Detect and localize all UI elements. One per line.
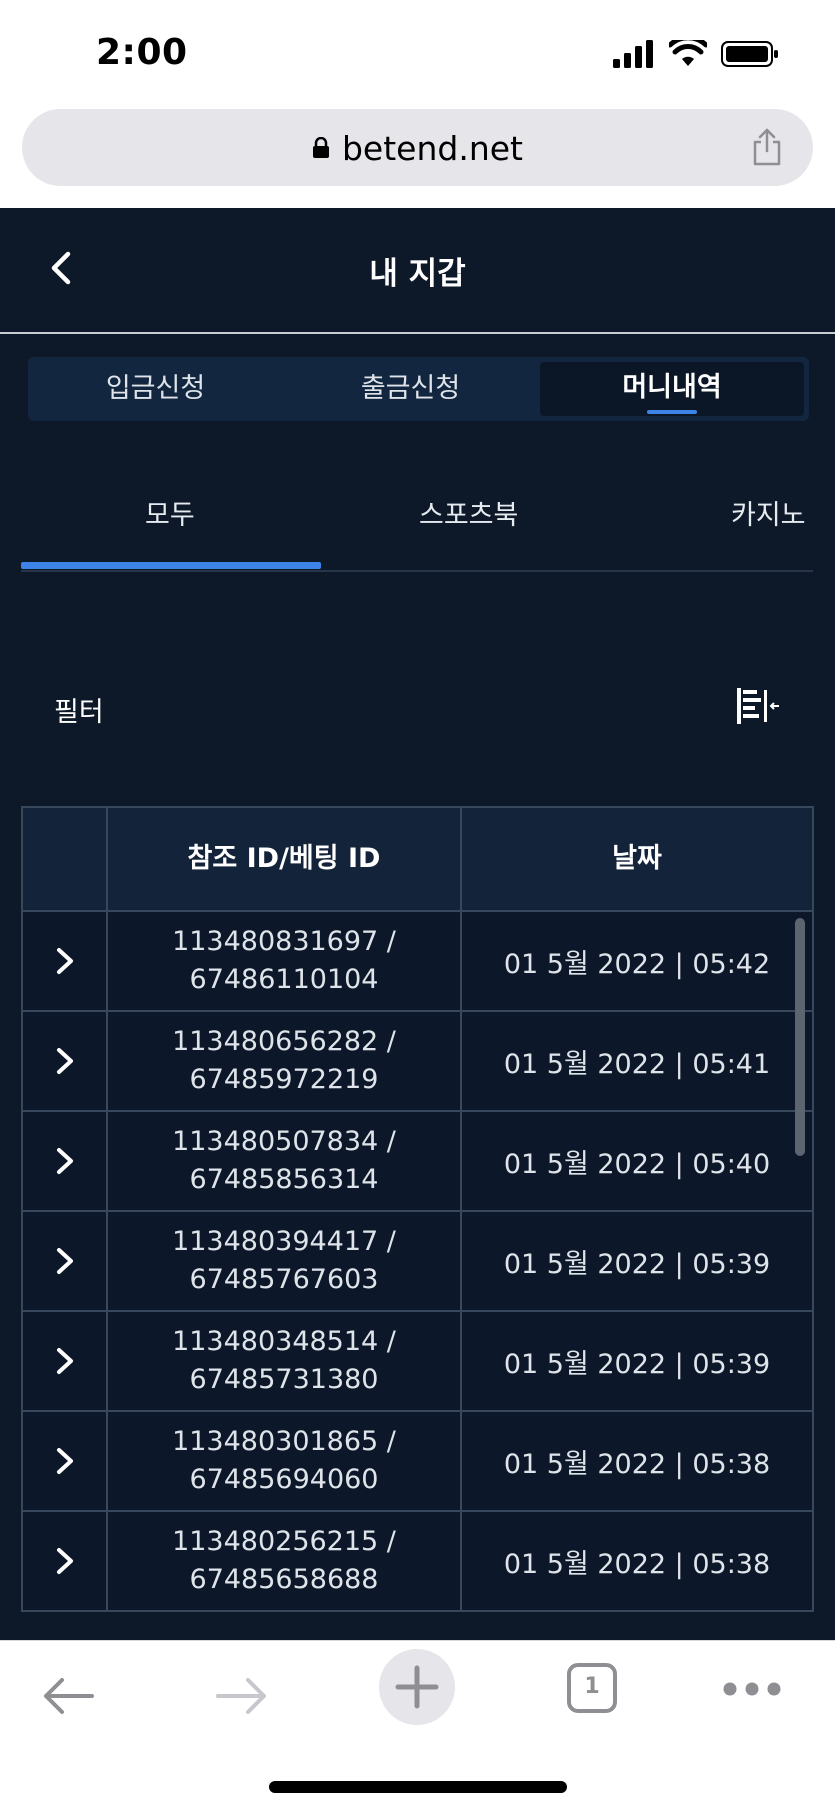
expand-cell[interactable]	[23, 1212, 108, 1310]
chevron-right-icon	[56, 1048, 73, 1074]
date-cell: 01 5월 2022 | 05:38	[503, 1448, 771, 1480]
date-cell: 01 5월 2022 | 05:40	[503, 1148, 771, 1180]
tab-withdraw-request[interactable]: 출금신청	[283, 357, 538, 421]
table-row[interactable]: 113480256215 / 67485658688 01 5월 2022 | 05…	[21, 1512, 814, 1612]
ref-bet-id-cell: 113480831697 / 67486110104	[108, 912, 462, 1010]
active-tab-indicator	[647, 410, 697, 414]
header-cell-expand	[23, 808, 108, 910]
chevron-right-icon	[56, 1348, 73, 1374]
status-bar: 2:00	[0, 0, 835, 105]
header-cell-ref-id: 참조 ID/베팅 ID	[108, 808, 462, 910]
bet-id: 67486110104	[189, 964, 379, 995]
expand-cell[interactable]	[23, 1112, 108, 1210]
app-header: 내 지갑	[0, 208, 835, 334]
date-cell: 01 5월 2022 | 05:42	[503, 948, 771, 980]
more-options-icon[interactable]	[722, 1681, 782, 1697]
chevron-right-icon	[56, 1248, 73, 1274]
ref-id: 113480301865 /	[172, 1426, 396, 1457]
bet-id: 67485731380	[189, 1364, 379, 1395]
filter-toggle-icon[interactable]	[735, 686, 781, 726]
bet-id: 67485658688	[189, 1564, 379, 1595]
expand-cell[interactable]	[23, 1312, 108, 1410]
bet-id: 67485856314	[189, 1164, 379, 1195]
wallet-segment-control: 입금신청 출금신청 머니내역	[28, 357, 809, 421]
ref-bet-id-cell: 113480301865 / 67485694060	[108, 1412, 462, 1510]
ref-bet-id-cell: 113480656282 / 67485972219	[108, 1012, 462, 1110]
ref-bet-id-cell: 113480256215 / 67485658688	[108, 1512, 462, 1610]
date-cell: 01 5월 2022 | 05:38	[503, 1548, 771, 1580]
forward-arrow-icon[interactable]	[214, 1674, 270, 1718]
history-category-tabs: 모두 스포츠북 카지노	[0, 458, 835, 780]
header-cell-date: 날짜	[612, 843, 662, 874]
wifi-icon	[669, 40, 707, 66]
status-time: 2:00	[96, 32, 188, 73]
ref-id: 113480507834 /	[172, 1126, 396, 1157]
subtab-all[interactable]: 모두	[145, 493, 195, 532]
subtab-active-indicator	[21, 562, 321, 569]
ref-id: 113480656282 /	[172, 1026, 396, 1057]
status-icons	[613, 40, 779, 68]
ref-id: 113480831697 /	[172, 926, 396, 957]
back-arrow-icon[interactable]	[40, 1674, 96, 1718]
table-row[interactable]: 113480348514 / 67485731380 01 5월 2022 | 05…	[21, 1312, 814, 1412]
page-title: 내 지갑	[369, 256, 466, 292]
tab-label: 입금신청	[105, 373, 206, 404]
share-icon[interactable]	[751, 127, 783, 167]
new-tab-plus-icon[interactable]	[378, 1648, 456, 1726]
subtab-casino[interactable]: 카지노	[731, 493, 806, 532]
chevron-right-icon	[56, 1448, 73, 1474]
ref-id: 113480394417 /	[172, 1226, 396, 1257]
chevron-right-icon	[56, 948, 73, 974]
tab-deposit-request[interactable]: 입금신청	[28, 357, 283, 421]
filter-label: 필터	[54, 697, 104, 728]
chevron-right-icon	[56, 1548, 73, 1574]
tab-money-history[interactable]: 머니내역	[540, 362, 804, 416]
ref-bet-id-cell: 113480348514 / 67485731380	[108, 1312, 462, 1410]
expand-cell[interactable]	[23, 1512, 108, 1610]
table-row[interactable]: 113480507834 / 67485856314 01 5월 2022 | 05…	[21, 1112, 814, 1212]
date-cell: 01 5월 2022 | 05:39	[503, 1248, 771, 1280]
subtab-divider	[21, 570, 813, 572]
lock-icon	[312, 136, 329, 158]
url-text: betend.net	[341, 129, 523, 168]
tab-count: 1	[584, 1674, 600, 1699]
url-bar[interactable]: betend.net	[22, 109, 813, 186]
subtab-sportsbook[interactable]: 스포츠북	[419, 493, 518, 532]
transaction-table: 참조 ID/베팅 ID 날짜 113480831697 / 67486110104…	[21, 806, 814, 1612]
scrollbar-thumb[interactable]	[795, 918, 805, 1156]
date-cell: 01 5월 2022 | 05:39	[503, 1348, 771, 1380]
ref-id: 113480348514 /	[172, 1326, 396, 1357]
home-indicator	[269, 1781, 567, 1793]
table-row[interactable]: 113480656282 / 67485972219 01 5월 2022 | 05…	[21, 1012, 814, 1112]
url-display[interactable]: betend.net	[22, 129, 813, 168]
battery-icon	[721, 41, 778, 67]
bet-id: 67485972219	[189, 1064, 379, 1095]
date-cell: 01 5월 2022 | 05:41	[503, 1048, 771, 1080]
table-row[interactable]: 113480394417 / 67485767603 01 5월 2022 | 05…	[21, 1212, 814, 1312]
browser-url-area: betend.net	[0, 105, 835, 208]
bet-id: 67485694060	[189, 1464, 379, 1495]
browser-toolbar: 1	[0, 1640, 835, 1807]
table-row[interactable]: 113480831697 / 67486110104 01 5월 2022 | 05…	[21, 912, 814, 1012]
expand-cell[interactable]	[23, 1012, 108, 1110]
ref-bet-id-cell: 113480507834 / 67485856314	[108, 1112, 462, 1210]
table-header: 참조 ID/베팅 ID 날짜	[21, 806, 814, 912]
tab-switcher-button[interactable]: 1	[567, 1663, 617, 1713]
chevron-right-icon	[56, 1148, 73, 1174]
bet-id: 67485767603	[189, 1264, 379, 1295]
expand-cell[interactable]	[23, 912, 108, 1010]
expand-cell[interactable]	[23, 1412, 108, 1510]
ref-id: 113480256215 /	[172, 1526, 396, 1557]
tab-label: 머니내역	[622, 372, 722, 403]
signal-icon	[613, 40, 653, 68]
tab-label: 출금신청	[360, 373, 461, 404]
table-row[interactable]: 113480301865 / 67485694060 01 5월 2022 | 05…	[21, 1412, 814, 1512]
ref-bet-id-cell: 113480394417 / 67485767603	[108, 1212, 462, 1310]
wallet-app: 내 지갑 입금신청 출금신청 머니내역 모두 스포츠북 카지노 필터 참조 ID…	[0, 208, 835, 1640]
